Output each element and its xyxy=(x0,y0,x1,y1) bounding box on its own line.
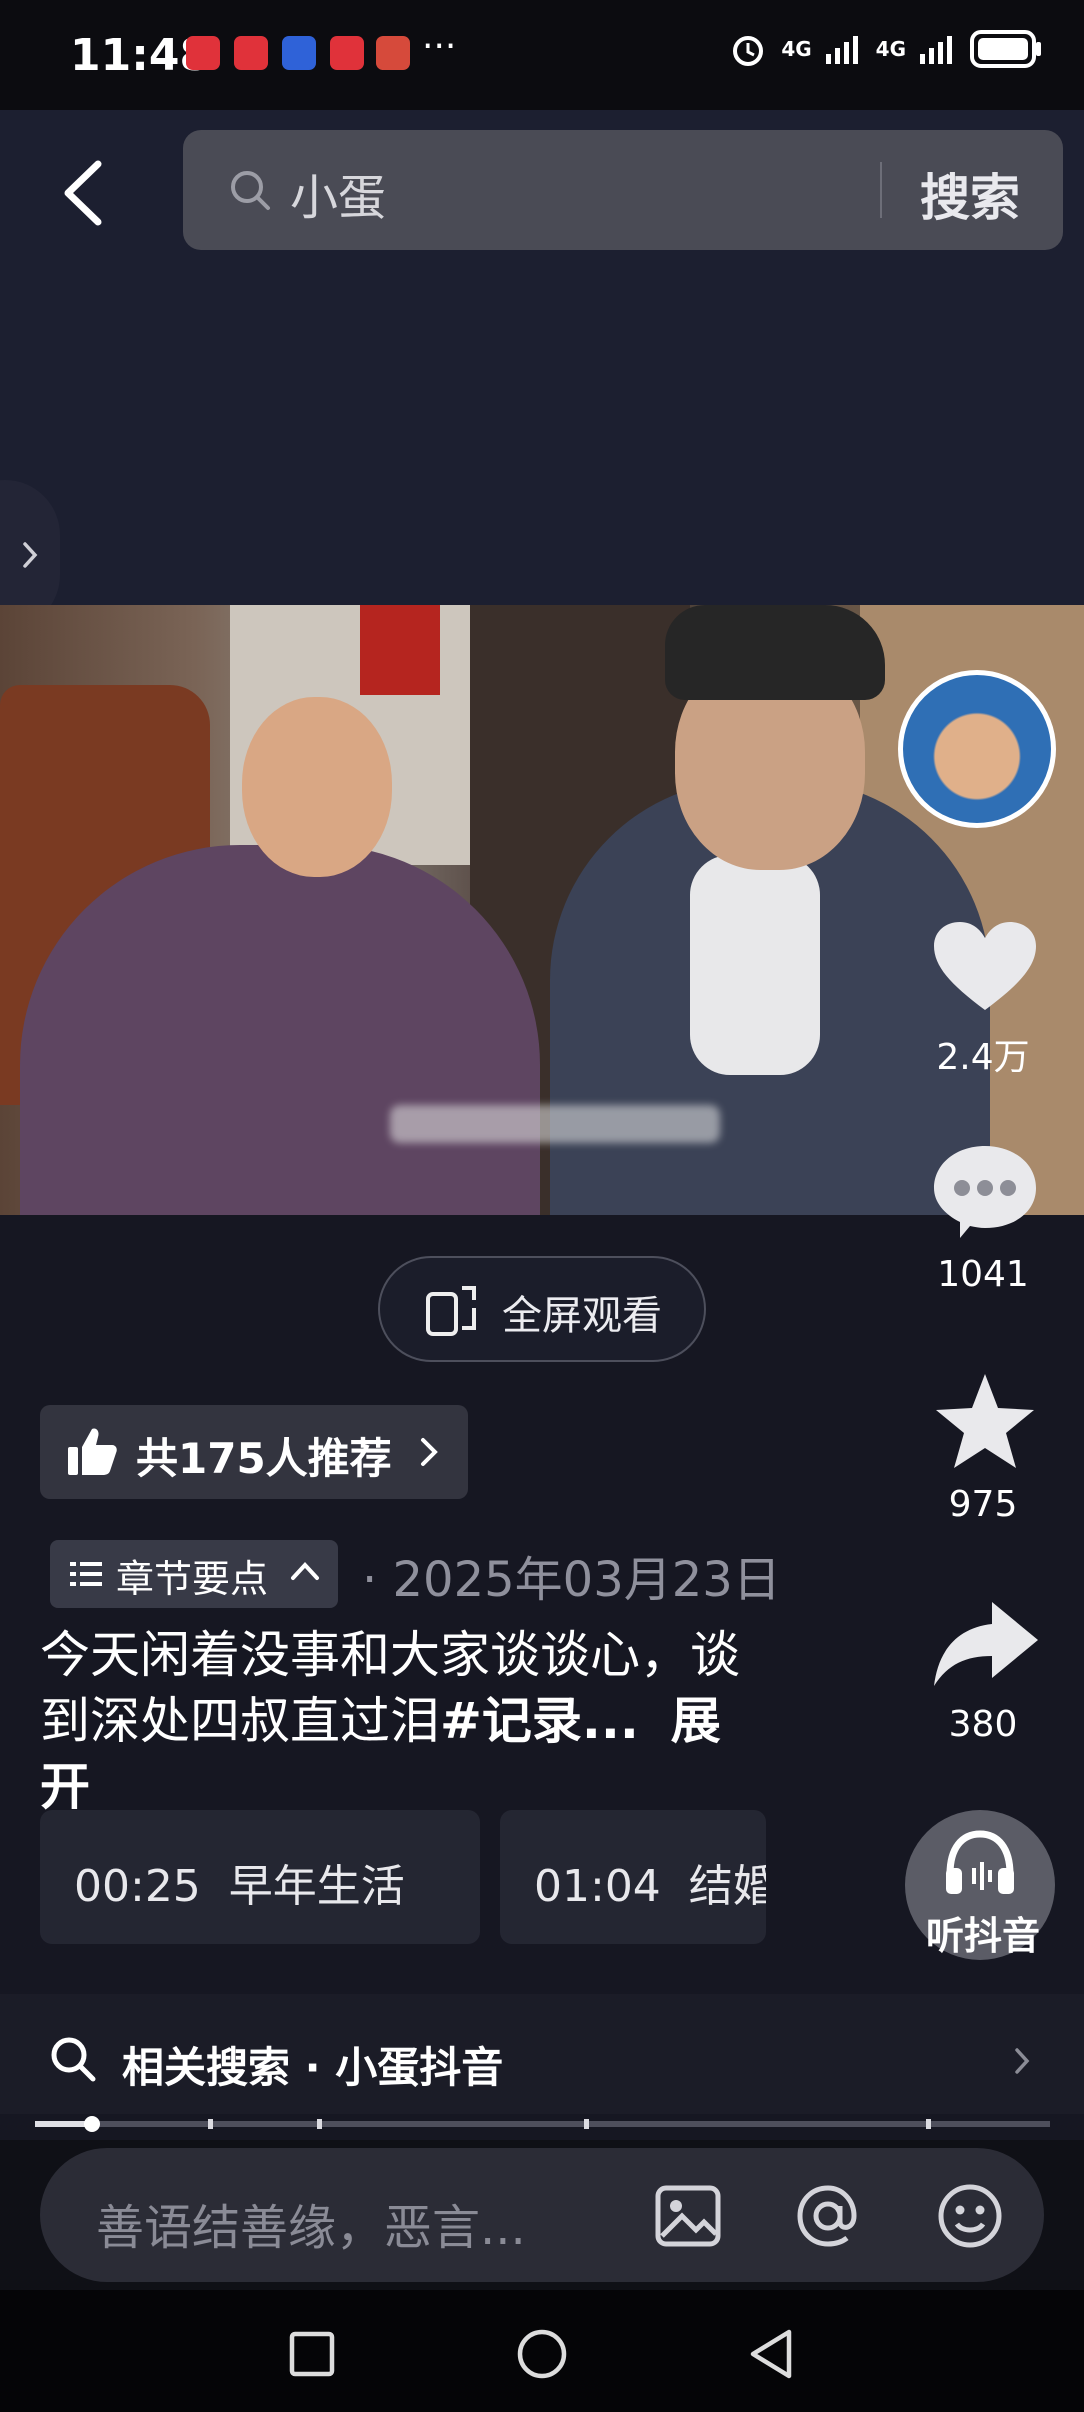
fullscreen-label: 全屏观看 xyxy=(502,1293,662,1339)
chapter-time: 01:04 xyxy=(534,1861,661,1912)
chapter-time: 00:25 xyxy=(74,1861,201,1912)
chevron-right-icon xyxy=(23,542,38,568)
video-caption[interactable]: 今天闲着没事和大家谈谈心，谈 到深处四叔直过泪#记录... 展开 xyxy=(40,1622,760,1820)
comment-icon[interactable] xyxy=(930,1142,1040,1242)
lightbulb-app-icon xyxy=(282,36,316,70)
signal-label-2: 4G xyxy=(875,37,906,61)
video-person-left-head xyxy=(242,697,392,877)
more-notifications: ··· xyxy=(422,26,457,67)
video-person-right-shirt xyxy=(690,855,820,1075)
chapter-card-text: 01:04 结婚 xyxy=(534,1850,766,1914)
chapter-marker xyxy=(584,2119,589,2129)
caption-line-2-text: 到深处四叔直过泪 xyxy=(40,1692,440,1750)
listen-label: 听抖音 xyxy=(925,1914,1040,1958)
list-icon xyxy=(70,1562,102,1586)
related-search-label: 相关搜索 · 小蛋抖音 xyxy=(122,2043,504,2092)
search-button[interactable]: 搜索 xyxy=(920,158,1020,230)
back-nav-icon[interactable] xyxy=(745,2326,795,2382)
chapter-card[interactable]: 00:25 早年生活 xyxy=(40,1810,480,1944)
share-icon[interactable] xyxy=(930,1596,1040,1696)
heart-icon[interactable] xyxy=(930,918,1040,1018)
chapter-card-text: 00:25 早年生活 xyxy=(74,1850,405,1914)
video-fu-poster xyxy=(360,605,440,695)
comment-count: 1041 xyxy=(937,1254,1029,1295)
huawei-app-icon xyxy=(330,36,364,70)
back-icon[interactable] xyxy=(60,158,104,228)
game-app-icon xyxy=(376,36,410,70)
chapter-marker xyxy=(926,2119,931,2129)
like-count: 2.4万 xyxy=(936,1037,1030,1078)
chevron-right-icon xyxy=(1015,2048,1030,2074)
star-icon[interactable] xyxy=(930,1372,1040,1472)
caption-hashtag[interactable]: #记录... xyxy=(440,1692,639,1750)
video-person-left xyxy=(20,845,540,1215)
emoji-icon[interactable] xyxy=(934,2180,1006,2252)
chapter-card[interactable]: 01:04 结婚 xyxy=(500,1810,766,1944)
home-icon[interactable] xyxy=(516,2328,568,2380)
battery-icon xyxy=(970,30,1041,68)
share-count: 380 xyxy=(948,1704,1018,1745)
chapter-marker xyxy=(317,2119,322,2129)
post-date: · 2025年03月23日 xyxy=(362,1552,781,1608)
comment-placeholder: 善语结善缘，恶言... xyxy=(96,2200,526,2256)
video-person-right-hair xyxy=(665,605,885,700)
progress-bar[interactable] xyxy=(35,2121,1050,2127)
huawei-app-icon xyxy=(186,36,220,70)
caption-line-2: 到深处四叔直过泪#记录... 展开 xyxy=(40,1688,760,1820)
chapter-marker xyxy=(208,2119,213,2129)
alarm-icon xyxy=(733,36,764,66)
chevron-right-icon xyxy=(421,1438,438,1466)
rotate-screen-icon xyxy=(426,1286,476,1336)
search-icon xyxy=(231,171,270,210)
at-icon[interactable] xyxy=(792,2180,864,2252)
search-divider xyxy=(880,162,882,218)
image-icon[interactable] xyxy=(652,2180,724,2252)
author-avatar[interactable] xyxy=(898,670,1056,828)
video-blurred-subtitle xyxy=(390,1105,720,1143)
status-right: 4G 4G xyxy=(729,30,1044,68)
signal-icon xyxy=(825,36,858,64)
recommend-label: 共175人推荐 xyxy=(136,1434,392,1483)
favorite-count: 975 xyxy=(948,1484,1018,1525)
recent-apps-icon[interactable] xyxy=(288,2330,336,2378)
caption-line-1: 今天闲着没事和大家谈谈心，谈 xyxy=(40,1626,740,1684)
signal-icon xyxy=(920,36,952,64)
thumbs-up-icon xyxy=(68,1428,117,1475)
progress-handle[interactable] xyxy=(84,2116,100,2132)
signal-label-1: 4G xyxy=(781,37,812,61)
progress-fill xyxy=(35,2121,91,2127)
chapter-points-label: 章节要点 xyxy=(116,1557,269,1601)
chapter-title: 结婚 xyxy=(688,1861,766,1912)
mail-app-icon xyxy=(234,36,268,70)
chevron-up-icon xyxy=(291,1562,319,1580)
headphones-icon xyxy=(946,1830,1014,1894)
search-icon xyxy=(51,2037,96,2082)
chapter-title: 早年生活 xyxy=(228,1861,405,1912)
search-input[interactable]: 小蛋 xyxy=(290,158,386,228)
